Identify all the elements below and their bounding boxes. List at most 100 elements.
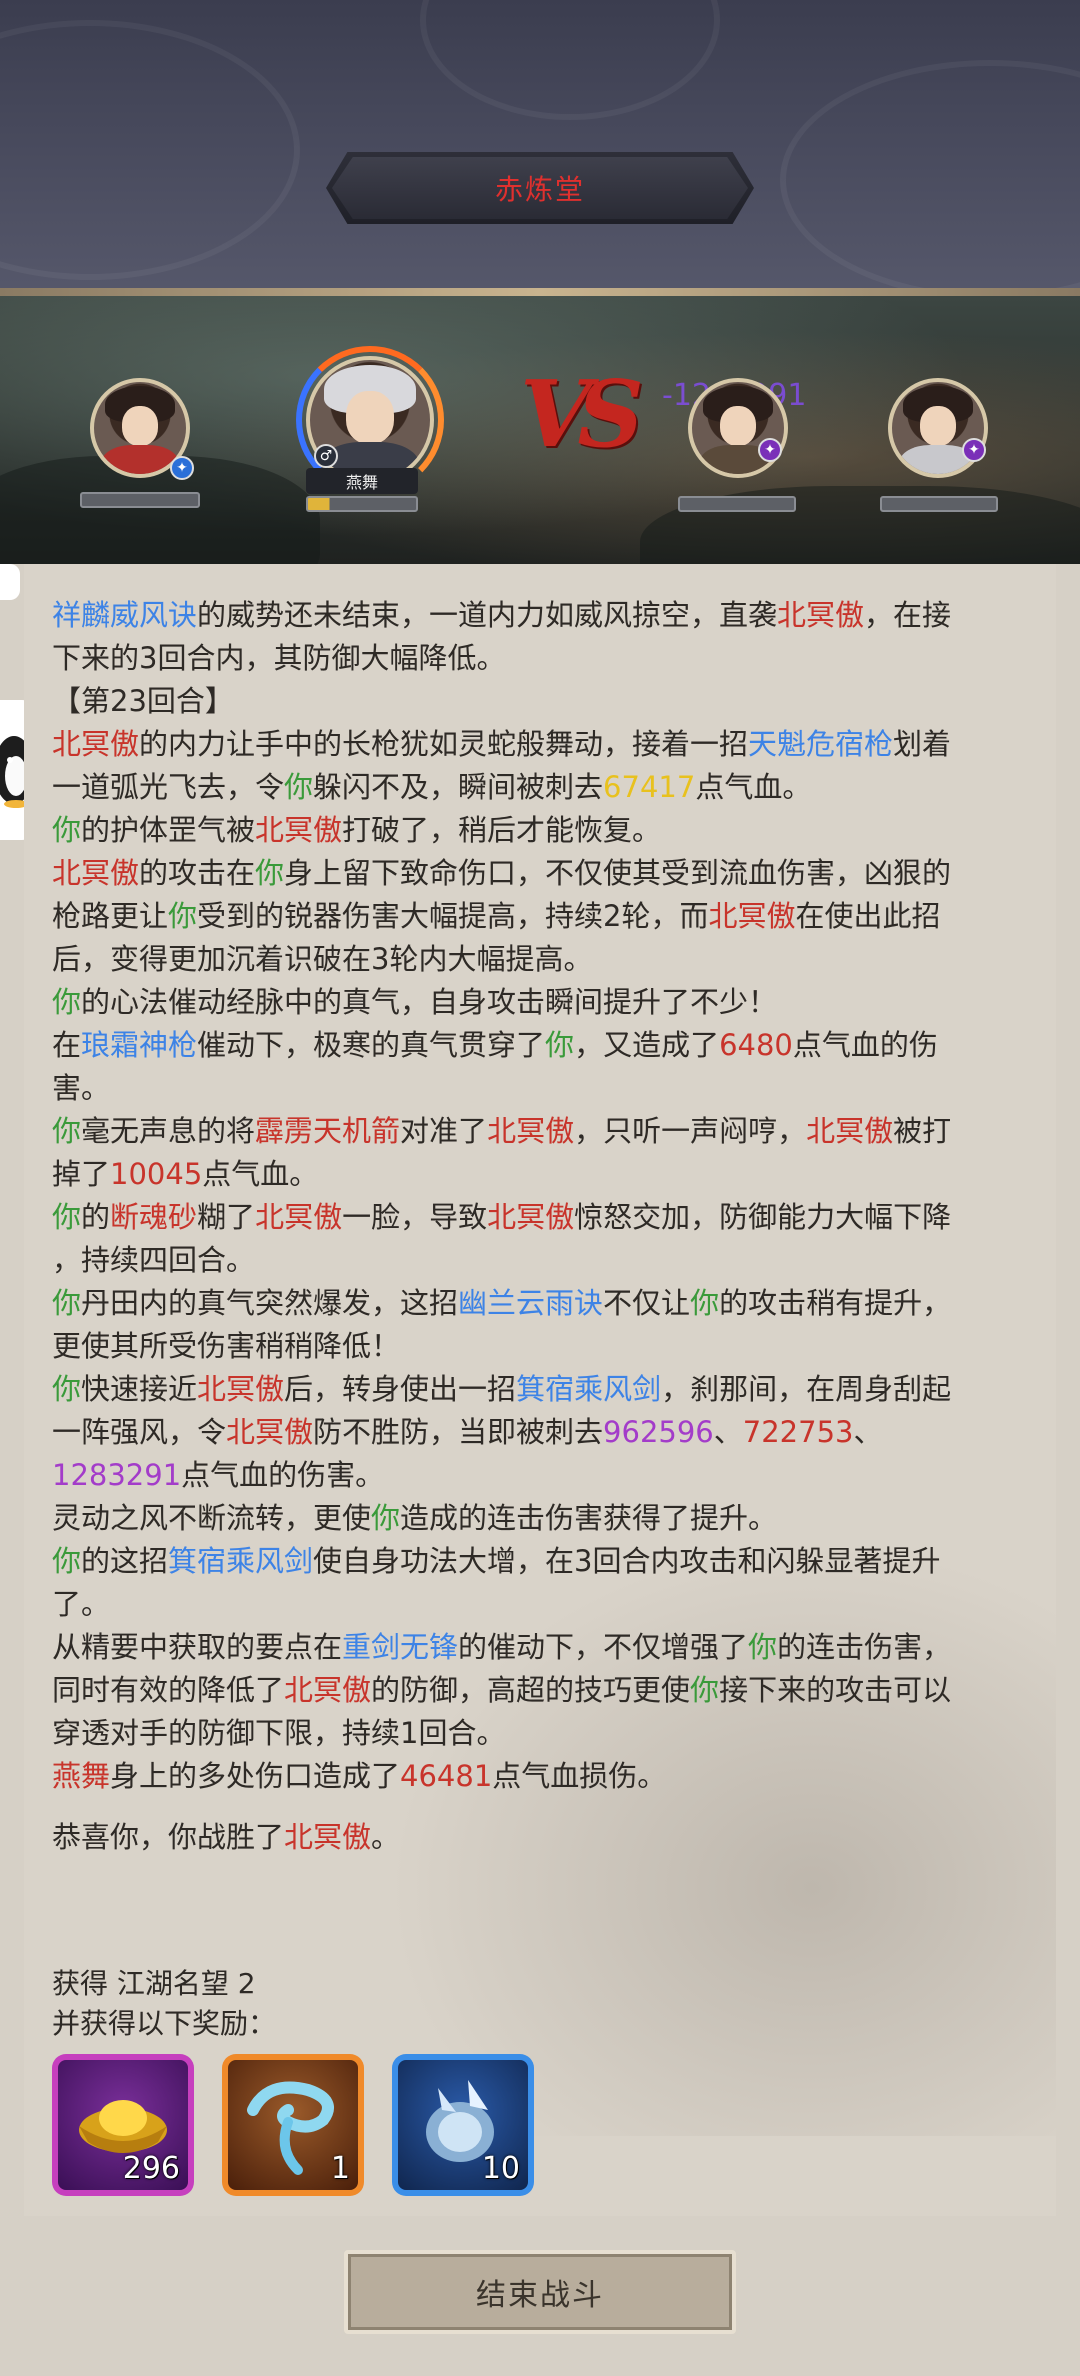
log-line: 枪路更让你受到的锐器伤害大幅提高，持续2轮，而北冥傲在使出此招 <box>52 895 1042 938</box>
log-segment: ，在接 <box>864 598 952 632</box>
log-segment: 燕舞 <box>52 1759 111 1793</box>
log-line: 更使其所受伤害稍稍降低！ <box>52 1325 1042 1368</box>
log-line: 祥麟威风诀的威势还未结束，一道内力如威风掠空，直袭北冥傲，在接 <box>52 594 1042 637</box>
log-segment: 毫无声息的将 <box>81 1114 256 1148</box>
log-segment: 枪路更让 <box>52 899 169 933</box>
log-segment: 划着 <box>893 727 952 761</box>
log-segment: 你 <box>52 985 82 1019</box>
log-line: 从精要中获取的要点在重剑无锋的催动下，不仅增强了你的连击伤害， <box>52 1626 1042 1669</box>
log-segment: 同时有效的降低了 <box>52 1673 285 1707</box>
log-segment: 点气血的伤害。 <box>181 1458 385 1492</box>
log-segment: 从精要中获取的要点在 <box>52 1630 343 1664</box>
log-segment: 722753 <box>742 1415 854 1449</box>
log-segment: 在使出此招 <box>795 899 941 933</box>
log-segment: 北冥傲 <box>255 1200 343 1234</box>
log-segment: 身上的多处伤口造成了 <box>110 1759 401 1793</box>
log-segment: 受到的锐器伤害大幅提高，持续2轮，而 <box>197 899 709 933</box>
log-segment: 的威势还未结束，一道内力如威风掠空，直袭 <box>197 598 778 632</box>
log-segment: ，刹那间，在周身刮起 <box>661 1372 952 1406</box>
log-segment: 一道弧光飞去，令 <box>52 770 285 804</box>
log-segment: 灵动之风不断流转，更使 <box>52 1501 372 1535</box>
log-line: 【第23回合】 <box>52 680 1042 723</box>
log-line: 北冥傲的攻击在你身上留下致命伤口，不仅使其受到流血伤害，凶狠的 <box>52 852 1042 895</box>
log-segment: 你 <box>371 1501 401 1535</box>
log-line: 北冥傲的内力让手中的长枪犹如灵蛇般舞动，接着一招天魁危宿枪划着 <box>52 723 1042 766</box>
log-segment: 北冥傲 <box>487 1114 575 1148</box>
rewards-section: 获得 江湖名望 2 并获得以下奖励： 296 1 10 <box>52 1964 652 2196</box>
log-segment: 不仅让 <box>603 1286 691 1320</box>
side-tab[interactable] <box>0 564 20 600</box>
log-segment: 你 <box>52 1114 82 1148</box>
log-segment: 6480 <box>719 1028 793 1062</box>
log-segment: 一脸，导致 <box>342 1200 488 1234</box>
log-segment: 你 <box>168 899 198 933</box>
log-segment: 糊了 <box>197 1200 256 1234</box>
log-segment: 琅霜神枪 <box>81 1028 198 1062</box>
log-line: 灵动之风不断流转，更使你造成的连击伤害获得了提升。 <box>52 1497 1042 1540</box>
log-line: 你的断魂砂糊了北冥傲一脸，导致北冥傲惊怒交加，防御能力大幅下降 <box>52 1196 1042 1239</box>
log-segment: 一阵强风，令 <box>52 1415 227 1449</box>
log-segment: 的 <box>81 1200 111 1234</box>
battle-log: 祥麟威风诀的威势还未结束，一道内力如威风掠空，直袭北冥傲，在接 下来的3回合内，其… <box>52 594 1042 1859</box>
log-segment: 的这招 <box>81 1544 169 1578</box>
log-segment: 箕宿乘风剑 <box>516 1372 662 1406</box>
reward-item[interactable]: 10 <box>392 2054 534 2196</box>
log-segment: 你 <box>748 1630 778 1664</box>
log-segment: 北冥傲 <box>284 1673 372 1707</box>
log-segment: 你 <box>690 1673 720 1707</box>
log-segment: 点气血。 <box>202 1157 319 1191</box>
class-icon: ✦ <box>170 456 194 480</box>
log-segment: 后，转身使出一招 <box>284 1372 517 1406</box>
log-segment: 霹雳天机箭 <box>255 1114 401 1148</box>
log-line: 同时有效的降低了北冥傲的防御，高超的技巧更使你接下来的攻击可以 <box>52 1669 1042 1712</box>
log-segment: 更使其所受伤害稍稍降低！ <box>52 1329 401 1363</box>
log-segment: 的护体罡气被 <box>81 813 256 847</box>
log-line: 你快速接近北冥傲后，转身使出一招箕宿乘风剑，刹那间，在周身刮起 <box>52 1368 1042 1411</box>
top-header <box>0 0 1080 296</box>
log-line: 穿透对手的防御下限，持续1回合。 <box>52 1712 1042 1755</box>
reward-item[interactable]: 296 <box>52 2054 194 2196</box>
log-segment: 、 <box>713 1415 743 1449</box>
log-segment: 防不胜防，当即被刺去 <box>313 1415 604 1449</box>
log-segment: 北冥傲 <box>197 1372 285 1406</box>
log-segment: 造成的连击伤害获得了提升。 <box>400 1501 778 1535</box>
player-name-tag: 燕舞 <box>306 468 418 494</box>
log-segment: 北冥傲 <box>487 1200 575 1234</box>
enemy-avatar[interactable] <box>888 378 988 478</box>
log-segment: 接下来的攻击可以 <box>719 1673 952 1707</box>
log-line: 害。 <box>52 1067 1042 1110</box>
log-line: 一阵强风，令北冥傲防不胜防，当即被刺去962596、722753、 <box>52 1411 1042 1454</box>
end-battle-label: 结束战斗 <box>476 2278 604 2313</box>
class-icon: ✦ <box>962 438 986 462</box>
log-segment: 的内力让手中的长枪犹如灵蛇般舞动，接着一招 <box>139 727 749 761</box>
log-segment: 惊怒交加，防御能力大幅下降 <box>574 1200 952 1234</box>
log-line: 恭喜你，你战胜了北冥傲。 <box>52 1816 1042 1859</box>
log-segment: 【第23回合】 <box>52 684 234 718</box>
class-icon: ✦ <box>758 438 782 462</box>
reward-item[interactable]: 1 <box>222 2054 364 2196</box>
log-segment: ，又造成了 <box>574 1028 720 1062</box>
enemy-avatar[interactable] <box>688 378 788 478</box>
vs-mark: VS <box>520 360 644 468</box>
log-segment: 46481 <box>400 1759 493 1793</box>
log-segment: 的攻击在 <box>139 856 256 890</box>
log-segment: 你 <box>52 813 82 847</box>
log-segment: 你 <box>255 856 285 890</box>
log-segment: 害。 <box>52 1071 111 1105</box>
log-segment: 祥麟威风诀 <box>52 598 198 632</box>
player-hp-bar <box>306 496 418 512</box>
enemy-hp-bar <box>678 496 796 512</box>
battle-log-panel[interactable]: 祥麟威风诀的威势还未结束，一道内力如威风掠空，直袭北冥傲，在接 下来的3回合内，其… <box>24 564 1056 2216</box>
log-segment: 身上留下致命伤口，不仅使其受到流血伤害，凶狠的 <box>284 856 952 890</box>
log-segment: 。 <box>371 1820 401 1854</box>
log-segment: 在 <box>52 1028 82 1062</box>
end-battle-button[interactable]: 结束战斗 <box>344 2250 736 2334</box>
log-segment: 点气血。 <box>695 770 812 804</box>
log-segment: 打破了，稍后才能恢复。 <box>342 813 662 847</box>
log-segment: 使自身功法大增，在3回合内攻击和闪躲显著提升 <box>313 1544 941 1578</box>
log-spacer <box>52 1798 1042 1816</box>
log-segment: 北冥傲 <box>52 727 140 761</box>
log-segment: 催动下，极寒的真气贯穿了 <box>197 1028 546 1062</box>
log-segment: 快速接近 <box>81 1372 198 1406</box>
log-line: 你的这招箕宿乘风剑使自身功法大增，在3回合内攻击和闪躲显著提升 <box>52 1540 1042 1583</box>
